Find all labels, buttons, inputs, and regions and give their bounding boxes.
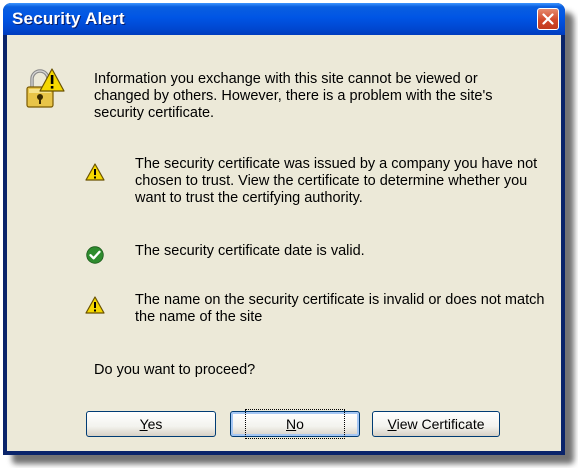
- intro-message: Information you exchange with this site …: [94, 71, 493, 121]
- view-certificate-button[interactable]: View Certificate: [372, 411, 500, 437]
- warning-icon: [85, 163, 105, 181]
- proceed-question: Do you want to proceed?: [94, 362, 256, 378]
- view-certificate-label-rest: iew Certificate: [396, 416, 485, 432]
- no-button[interactable]: No: [230, 409, 360, 439]
- close-icon: [542, 13, 554, 25]
- no-mnemonic: N: [286, 416, 297, 432]
- check-icon: [86, 246, 104, 264]
- dialog-body: Information you exchange with this site …: [7, 35, 561, 451]
- lock-warning-icon: [26, 68, 65, 108]
- close-button[interactable]: [537, 8, 559, 30]
- window-title: Security Alert: [12, 9, 125, 28]
- security-alert-dialog: Security Alert Information you exchange …: [3, 3, 565, 455]
- no-label-rest: o: [296, 416, 304, 432]
- yes-button[interactable]: Yes: [86, 411, 216, 437]
- yes-mnemonic: Y: [139, 416, 148, 432]
- warning-icon: [85, 296, 105, 314]
- warning-untrusted-issuer: The security certificate was issued by a…: [135, 156, 538, 206]
- valid-date-message: The security certificate date is valid.: [135, 243, 365, 259]
- title-bar[interactable]: Security Alert: [3, 3, 565, 35]
- warning-name-mismatch: The name on the security certificate is …: [135, 292, 545, 325]
- yes-label-rest: es: [147, 416, 163, 432]
- view-certificate-mnemonic: V: [387, 416, 397, 432]
